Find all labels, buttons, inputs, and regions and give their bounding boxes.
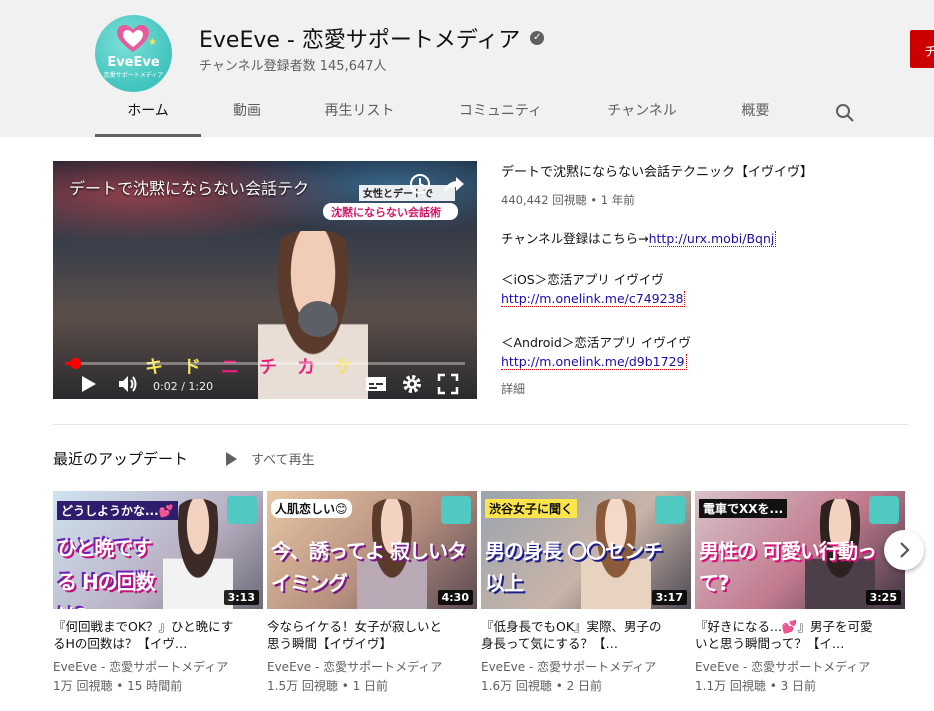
player-top-actions [409,173,477,195]
video-meta: 1万 回視聴 • 15 時間前 [53,679,183,693]
subscribe-button[interactable]: チ [910,30,934,68]
video-duration: 4:30 [437,590,473,605]
thumbnail-main-text: 男性の 可愛い行動って? [699,539,877,595]
video-title[interactable]: 今ならイケる！女子が寂しいと思う瞬間【イヴイヴ】 [267,618,453,652]
featured-video-info: デートで沈黙にならない会話テクニック【イヴイヴ】 440,442 回視聴 • 1… [501,161,921,396]
video-title[interactable]: 『好きになる...💕』男子を可愛いと思う瞬間って？【イ… [695,618,881,652]
video-title[interactable]: 『低身長でもOK』実際、男子の身長って気にする？【… [481,618,667,652]
video-title[interactable]: 『何回戦までOK？』ひと晩にするHの回数は？【イヴ… [53,618,239,652]
eveeve-logo-icon [655,496,685,524]
channel-avatar[interactable]: ★ EveEve 恋愛サポートメディア [95,15,172,92]
progress-bar[interactable] [65,358,465,369]
avatar-subtitle: 恋愛サポートメディア [103,72,164,79]
section-divider [53,424,908,425]
description-link[interactable]: http://m.onelink.me/c749238 [501,291,686,307]
eveeve-logo-icon [869,496,899,524]
settings-gear-icon[interactable] [401,373,423,395]
video-channel[interactable]: EveEve - 恋愛サポートメディア [267,658,477,675]
verified-check-icon: ✓ [530,31,545,45]
video-duration: 3:13 [223,590,259,605]
share-arrow-icon[interactable] [443,173,465,195]
player-controls: 0:02 / 1:20 [53,369,477,399]
eveeve-logo-icon [441,496,471,524]
chevron-right-icon [900,542,910,558]
video-thumbnail[interactable]: 電車でXXを... 男性の 可愛い行動って? 3:25 [695,491,905,609]
thumbnail-top-text: どうしようかな...💕 [57,501,178,520]
more-link[interactable]: 詳細 [501,380,525,397]
fullscreen-icon[interactable] [437,373,459,395]
description-line: http://m.onelink.me/c749238 [501,291,686,307]
featured-video-meta: 440,442 回視聴 • 1 年前 [501,193,635,207]
shelf-title[interactable]: 最近のアップデート [53,448,188,469]
video-frame-microphone [298,301,338,337]
play-all-label: すべて再生 [251,453,315,468]
watch-later-clock-icon[interactable] [409,173,431,195]
thumbnail-top-text: 人肌恋しい😊 [271,499,352,518]
thumbnail-main-text: ひと晩でする Hの回数は? [57,536,156,609]
channel-title: EveEve - 恋愛サポートメディア ✓ [199,22,545,54]
overlay-main-text: 沈黙にならない会話術 [331,205,441,219]
channel-name: EveEve - 恋愛サポートメディア [199,28,521,53]
video-card[interactable]: 渋谷女子に聞く 男の身長 〇〇センチ以上 3:17 『低身長でもOK』実際、男子… [481,491,691,694]
video-duration: 3:25 [865,590,901,605]
video-card[interactable]: 人肌恋しい😊 今、誘ってよ 寂しいタイミング 4:30 今ならイケる！女子が寂し… [267,491,477,694]
featured-video-title[interactable]: デートで沈黙にならない会話テクニック【イヴイヴ】 [501,161,921,180]
channel-header: ★ EveEve 恋愛サポートメディア EveEve - 恋愛サポートメディア … [0,0,934,137]
channel-tabs: ホーム 動画 再生リスト コミュニティ チャンネル 概要 [95,90,802,137]
featured-video-player[interactable]: 女性とデートで 沈黙にならない会話術 デートで沈黙にならない会話テク キ ド ニ… [53,161,477,399]
play-all-button[interactable]: すべて再生 [226,449,315,468]
video-thumbnail[interactable]: 渋谷女子に聞く 男の身長 〇〇センチ以上 3:17 [481,491,691,609]
video-channel[interactable]: EveEve - 恋愛サポートメディア [53,658,263,675]
shelf-next-button[interactable] [884,530,924,570]
video-meta: 1.5万 回視聴 • 1 日前 [267,679,389,693]
thumbnail-top-text: 電車でXXを... [699,499,788,518]
heart-logo-icon [117,25,149,52]
tab-playlists[interactable]: 再生リスト [293,90,426,137]
tab-home[interactable]: ホーム [95,90,201,137]
video-thumbnail[interactable]: どうしようかな...💕 ひと晩でする Hの回数は? 3:13 [53,491,263,609]
subscriber-count: チャンネル登録者数 145,647人 [199,59,387,74]
avatar-brand: EveEve [107,55,160,70]
video-card[interactable]: 電車でXXを... 男性の 可愛い行動って? 3:25 『好きになる...💕』男… [695,491,905,694]
video-card[interactable]: どうしようかな...💕 ひと晩でする Hの回数は? 3:13 『何回戦までOK？… [53,491,263,694]
thumbnail-top-text: 渋谷女子に聞く [485,499,578,518]
subtitles-icon[interactable] [365,373,387,395]
star-icon: ★ [148,37,157,48]
video-channel[interactable]: EveEve - 恋愛サポートメディア [695,658,905,675]
progress-scrubber[interactable] [70,358,81,369]
video-thumbnail[interactable]: 人肌恋しい😊 今、誘ってよ 寂しいタイミング 4:30 [267,491,477,609]
video-meta: 1.1万 回視聴 • 3 日前 [695,679,817,693]
tab-videos[interactable]: 動画 [201,90,293,137]
tab-about[interactable]: 概要 [709,90,802,137]
play-icon[interactable] [77,373,99,395]
video-channel[interactable]: EveEve - 恋愛サポートメディア [481,658,691,675]
volume-icon[interactable] [117,373,139,395]
description-text: チャンネル登録はこちら→ [501,231,649,246]
player-title: デートで沈黙にならない会話テク [69,179,310,198]
description-text: ＜iOS＞恋活アプリ イヴイヴ [501,272,664,287]
description-line: ＜Android＞恋活アプリ イヴイヴ [501,332,691,351]
description-link[interactable]: http://m.onelink.me/d9b1729 [501,354,687,370]
description-line: チャンネル登録はこちら→http://urx.mobi/Bqnj [501,228,777,247]
eveeve-logo-icon [227,496,257,524]
tab-channels[interactable]: チャンネル [575,90,709,137]
tab-community[interactable]: コミュニティ [426,90,575,137]
description-line: http://m.onelink.me/d9b1729 [501,354,687,370]
video-duration: 3:17 [651,590,687,605]
video-meta: 1.6万 回視聴 • 2 日前 [481,679,603,693]
play-icon [226,451,237,466]
description-link[interactable]: http://urx.mobi/Bqnj [648,231,777,247]
time-display: 0:02 / 1:20 [153,380,214,393]
description-text: ＜Android＞恋活アプリ イヴイヴ [501,335,691,350]
thumbnail-main-text: 男の身長 〇〇センチ以上 [485,539,663,595]
search-icon[interactable] [835,103,855,123]
description-line: ＜iOS＞恋活アプリ イヴイヴ [501,269,664,288]
